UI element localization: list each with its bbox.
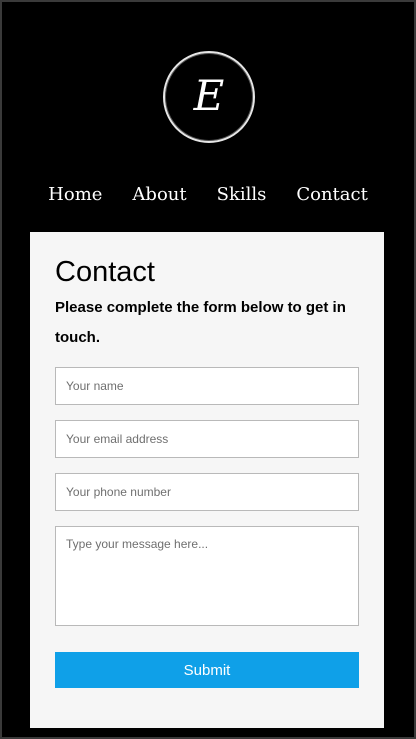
nav-item-home[interactable]: Home bbox=[33, 183, 117, 207]
main-nav: Home About Skills Contact bbox=[0, 183, 416, 207]
contact-card: Contact Please complete the form below t… bbox=[30, 232, 384, 728]
email-field[interactable] bbox=[55, 420, 359, 458]
message-field[interactable] bbox=[55, 526, 359, 626]
phone-field[interactable] bbox=[55, 473, 359, 511]
nav-item-skills[interactable]: Skills bbox=[202, 183, 282, 207]
page-title: Contact bbox=[55, 256, 155, 288]
nav-item-about[interactable]: About bbox=[117, 183, 201, 207]
nav-item-contact[interactable]: Contact bbox=[281, 183, 382, 207]
logo[interactable]: E bbox=[163, 51, 255, 143]
name-field[interactable] bbox=[55, 367, 359, 405]
submit-button[interactable]: Submit bbox=[55, 652, 359, 688]
page-subtitle: Please complete the form below to get in… bbox=[55, 299, 346, 346]
logo-letter: E bbox=[193, 71, 225, 120]
